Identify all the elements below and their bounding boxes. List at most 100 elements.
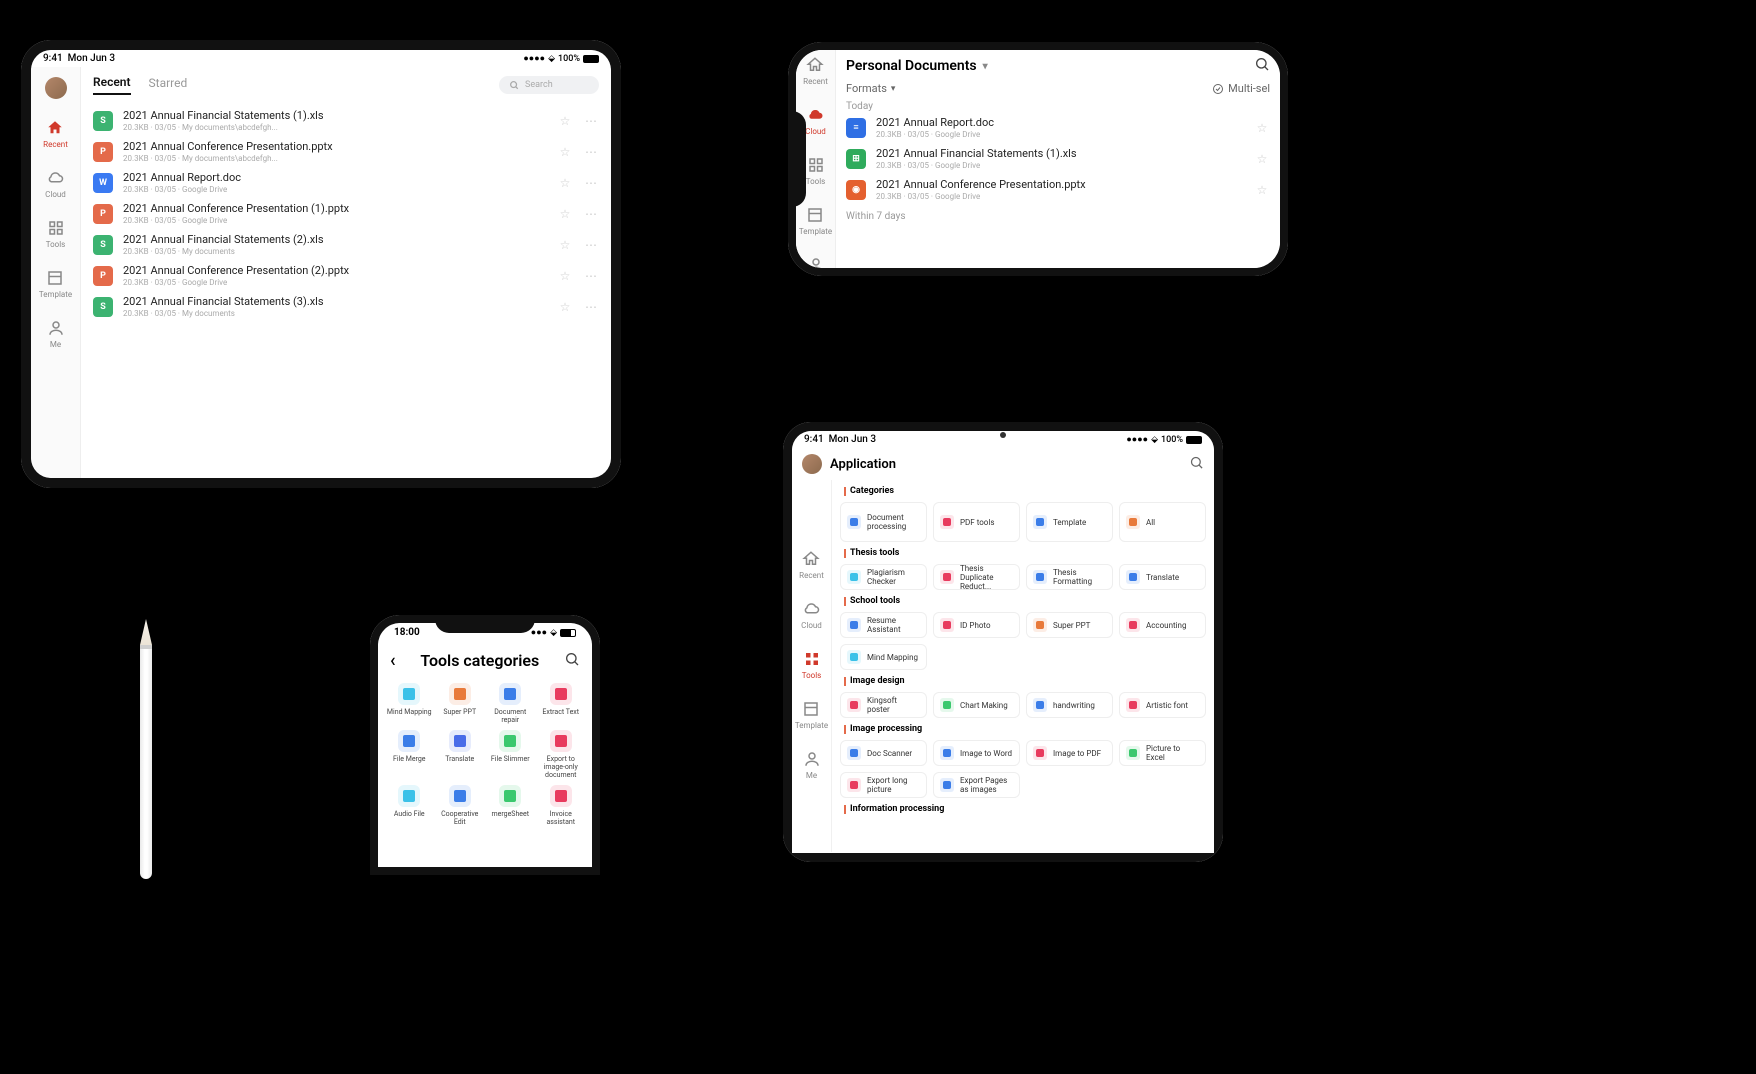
card-label: Mind Mapping bbox=[867, 653, 918, 662]
app-card[interactable]: Export Pages as images bbox=[933, 772, 1020, 798]
app-card[interactable]: Thesis Formatting bbox=[1026, 564, 1113, 590]
sidebar-item-recent[interactable]: Recent bbox=[799, 550, 824, 580]
sidebar-item-tools[interactable]: Tools bbox=[806, 156, 826, 186]
file-row[interactable]: ⊞ 2021 Annual Financial Statements (1).x… bbox=[846, 143, 1270, 174]
section-categories: Categories bbox=[840, 480, 1206, 502]
file-row[interactable]: S 2021 Annual Financial Statements (2).x… bbox=[93, 229, 599, 260]
star-button[interactable]: ☆ bbox=[557, 114, 573, 128]
app-card[interactable]: ID Photo bbox=[933, 612, 1020, 638]
sidebar-item-me[interactable]: Me bbox=[803, 750, 821, 780]
ipad-application: 9:41 Mon Jun 3 ●●●● ⬙ 100% Application R… bbox=[783, 422, 1223, 862]
sidebar-item-recent[interactable]: Recent bbox=[803, 56, 828, 86]
tool-item[interactable]: Extract Text bbox=[536, 683, 587, 724]
card-label: Artistic font bbox=[1146, 701, 1188, 710]
star-button[interactable]: ☆ bbox=[557, 269, 573, 283]
tool-item[interactable]: File Merge bbox=[384, 730, 435, 779]
folder-title[interactable]: Personal Documents ▾ bbox=[836, 50, 1280, 82]
star-button[interactable]: ☆ bbox=[557, 238, 573, 252]
avatar[interactable] bbox=[45, 77, 67, 99]
file-row[interactable]: P 2021 Annual Conference Presentation (1… bbox=[93, 198, 599, 229]
multi-select-button[interactable]: Multi-sel bbox=[1212, 82, 1270, 95]
more-button[interactable]: ⋯ bbox=[583, 176, 599, 190]
app-card[interactable]: Mind Mapping bbox=[840, 644, 927, 670]
tool-item[interactable]: Invoice assistant bbox=[536, 785, 587, 826]
app-card[interactable]: handwriting bbox=[1026, 692, 1113, 718]
app-card[interactable]: Plagiarism Checker bbox=[840, 564, 927, 590]
star-button[interactable]: ☆ bbox=[1254, 121, 1270, 135]
sidebar-item-cloud[interactable]: Cloud bbox=[805, 106, 826, 136]
app-card[interactable]: Resume Assistant bbox=[840, 612, 927, 638]
more-button[interactable]: ⋯ bbox=[583, 300, 599, 314]
card-icon bbox=[940, 778, 954, 792]
file-name: 2021 Annual Financial Statements (2).xls bbox=[123, 233, 547, 246]
tool-item[interactable]: Super PPT bbox=[435, 683, 486, 724]
sidebar-item-me[interactable]: Me bbox=[807, 256, 825, 268]
tool-item[interactable]: mergeSheet bbox=[485, 785, 536, 826]
app-card[interactable]: Artistic font bbox=[1119, 692, 1206, 718]
chevron-down-icon: ▾ bbox=[983, 61, 988, 72]
star-button[interactable]: ☆ bbox=[557, 300, 573, 314]
sidebar-item-tools[interactable]: Tools bbox=[802, 650, 822, 680]
tool-item[interactable]: Cooperative Edit bbox=[435, 785, 486, 826]
tool-item[interactable]: Export to image-only document bbox=[536, 730, 587, 779]
sidebar-item-template[interactable]: Template bbox=[799, 206, 832, 236]
search-icon[interactable] bbox=[1189, 455, 1204, 474]
more-button[interactable]: ⋯ bbox=[583, 114, 599, 128]
tool-item[interactable]: Translate bbox=[435, 730, 486, 779]
app-card[interactable]: Export long picture bbox=[840, 772, 927, 798]
sidebar-item-template[interactable]: Template bbox=[795, 700, 828, 730]
more-button[interactable]: ⋯ bbox=[583, 207, 599, 221]
file-row[interactable]: S 2021 Annual Financial Statements (3).x… bbox=[93, 291, 599, 322]
app-card[interactable]: Image to PDF bbox=[1026, 740, 1113, 766]
sidebar-item-tools[interactable]: Tools bbox=[46, 219, 66, 249]
star-button[interactable]: ☆ bbox=[557, 145, 573, 159]
app-card[interactable]: Template bbox=[1026, 502, 1113, 542]
tool-icon bbox=[499, 785, 521, 807]
tab-starred[interactable]: Starred bbox=[149, 76, 188, 94]
app-card[interactable]: Super PPT bbox=[1026, 612, 1113, 638]
file-row[interactable]: W 2021 Annual Report.doc 20.3KB · 03/05 … bbox=[93, 167, 599, 198]
app-card[interactable]: Chart Making bbox=[933, 692, 1020, 718]
app-card[interactable]: Translate bbox=[1119, 564, 1206, 590]
app-card[interactable]: Kingsoft poster bbox=[840, 692, 927, 718]
app-card[interactable]: Image to Word bbox=[933, 740, 1020, 766]
star-button[interactable]: ☆ bbox=[557, 176, 573, 190]
tool-item[interactable]: File Slimmer bbox=[485, 730, 536, 779]
app-card[interactable]: Doc Scanner bbox=[840, 740, 927, 766]
sidebar-item-cloud[interactable]: Cloud bbox=[801, 600, 822, 630]
formats-dropdown[interactable]: Formats ▾ bbox=[846, 82, 895, 95]
file-row[interactable]: P 2021 Annual Conference Presentation.pp… bbox=[93, 136, 599, 167]
tool-item[interactable]: Audio File bbox=[384, 785, 435, 826]
app-card[interactable]: Document processing bbox=[840, 502, 927, 542]
more-button[interactable]: ⋯ bbox=[583, 238, 599, 252]
back-button[interactable]: ‹ bbox=[390, 650, 396, 671]
star-button[interactable]: ☆ bbox=[1254, 183, 1270, 197]
app-card[interactable]: All bbox=[1119, 502, 1206, 542]
image-design-row: Kingsoft poster Chart Making handwriting… bbox=[840, 692, 1206, 718]
file-row[interactable]: ◉ 2021 Annual Conference Presentation.pp… bbox=[846, 174, 1270, 205]
app-card[interactable]: PDF tools bbox=[933, 502, 1020, 542]
tab-recent[interactable]: Recent bbox=[93, 75, 131, 95]
sidebar-item-recent[interactable]: Recent bbox=[43, 119, 68, 149]
search-icon[interactable] bbox=[1254, 56, 1270, 76]
more-button[interactable]: ⋯ bbox=[583, 269, 599, 283]
avatar[interactable] bbox=[802, 454, 822, 474]
section-info-processing: Information processing bbox=[840, 798, 1206, 820]
search-icon[interactable] bbox=[564, 651, 580, 671]
star-button[interactable]: ☆ bbox=[1254, 152, 1270, 166]
more-button[interactable]: ⋯ bbox=[583, 145, 599, 159]
app-card[interactable]: Thesis Duplicate Reduct... bbox=[933, 564, 1020, 590]
tool-item[interactable]: Document repair bbox=[485, 683, 536, 724]
file-row[interactable]: S 2021 Annual Financial Statements (1).x… bbox=[93, 105, 599, 136]
file-row[interactable]: ≡ 2021 Annual Report.doc 20.3KB · 03/05 … bbox=[846, 112, 1270, 143]
sidebar-item-cloud[interactable]: Cloud bbox=[45, 169, 66, 199]
tool-item[interactable]: Mind Mapping bbox=[384, 683, 435, 724]
file-meta: 20.3KB · 03/05 · Google Drive bbox=[123, 185, 547, 194]
star-button[interactable]: ☆ bbox=[557, 207, 573, 221]
file-row[interactable]: P 2021 Annual Conference Presentation (2… bbox=[93, 260, 599, 291]
search-input[interactable]: Search bbox=[499, 76, 599, 94]
app-card[interactable]: Accounting bbox=[1119, 612, 1206, 638]
sidebar-item-template[interactable]: Template bbox=[39, 269, 72, 299]
sidebar-item-me[interactable]: Me bbox=[47, 319, 65, 349]
app-card[interactable]: Picture to Excel bbox=[1119, 740, 1206, 766]
